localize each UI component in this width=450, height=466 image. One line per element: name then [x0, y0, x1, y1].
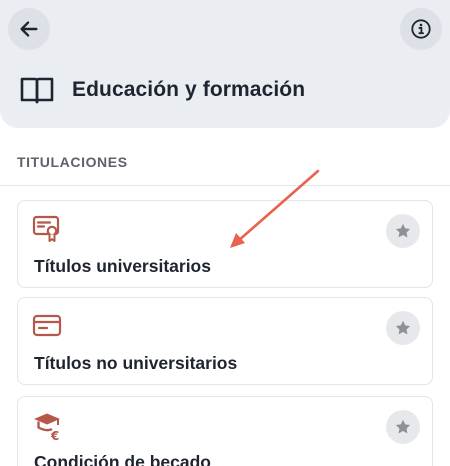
- favorite-button[interactable]: [386, 214, 420, 248]
- card-label: Títulos no universitarios: [34, 353, 238, 373]
- card-label: Condición de becado: [34, 452, 211, 466]
- card-label: Títulos universitarios: [34, 256, 211, 276]
- star-icon: [395, 320, 411, 335]
- book-open-icon: [20, 75, 56, 105]
- education-page: Educación y formación TITULACIONES Títul…: [0, 0, 450, 466]
- page-title: Educación y formación: [72, 78, 306, 101]
- certificate-icon: [32, 214, 62, 244]
- card-icon: [32, 311, 62, 341]
- svg-text:€: €: [50, 429, 59, 442]
- star-icon: [395, 223, 411, 238]
- title-row: Educación y formación: [20, 72, 305, 108]
- favorite-button[interactable]: [386, 410, 420, 444]
- section-divider: [0, 185, 450, 186]
- back-button[interactable]: [8, 8, 50, 50]
- arrow-left-icon: [20, 21, 38, 37]
- card-titulos-universitarios[interactable]: Títulos universitarios: [17, 200, 433, 288]
- star-icon: [395, 419, 411, 434]
- card-titulos-no-universitarios[interactable]: Títulos no universitarios: [17, 297, 433, 385]
- favorite-button[interactable]: [386, 311, 420, 345]
- info-icon: [411, 19, 431, 39]
- graduation-cap-euro-icon: €: [32, 410, 62, 443]
- page-header: Educación y formación: [0, 0, 450, 128]
- info-button[interactable]: [400, 8, 442, 50]
- card-condicion-de-becado[interactable]: € Condición de becado: [17, 396, 433, 466]
- section-label: TITULACIONES: [17, 154, 128, 170]
